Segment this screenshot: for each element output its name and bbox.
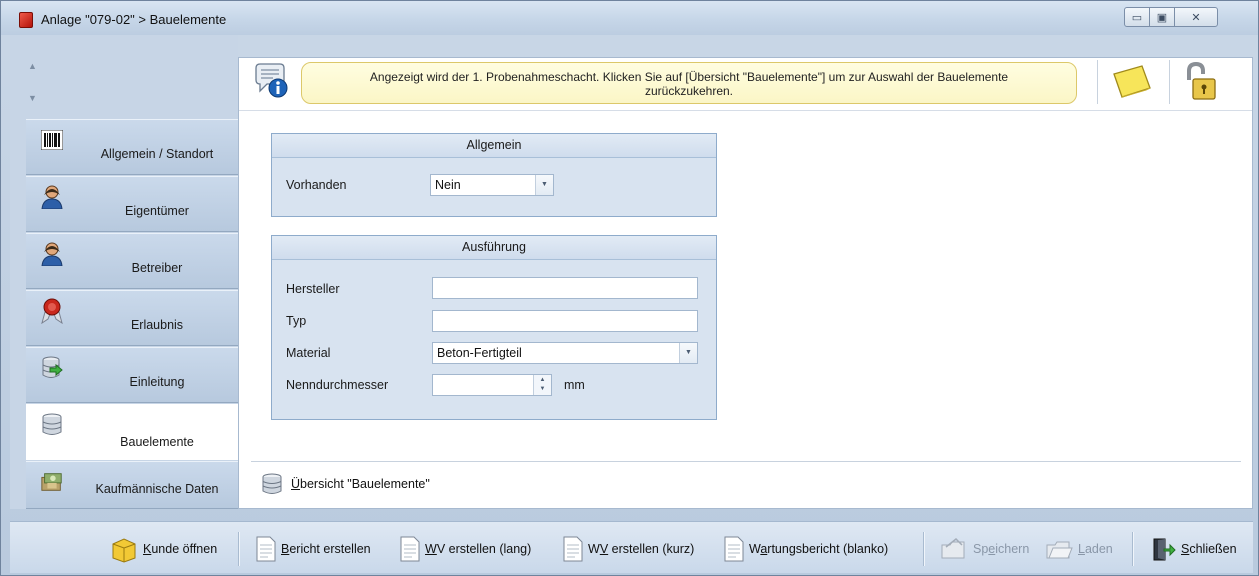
toolbar-separator — [923, 532, 924, 566]
sidebar-item-label: Betreiber — [131, 261, 183, 275]
sticky-note-icon[interactable] — [1110, 64, 1154, 100]
kunde-oeffnen-button[interactable]: Kunde öffnen — [110, 534, 217, 564]
hersteller-field[interactable] — [432, 277, 698, 299]
unit-label: mm — [564, 378, 585, 392]
document-icon — [563, 536, 583, 562]
group-body: Vorhanden Nein ▼ — [272, 158, 716, 216]
group-header: Allgemein — [272, 134, 716, 158]
wv-erstellen-kurz-button[interactable]: WV erstellen (kurz) — [563, 534, 694, 564]
material-select[interactable]: Beton-Fertigteil ▼ — [432, 342, 698, 364]
sidebar-item-kaufmaennische-daten[interactable]: Kaufmännische Daten — [26, 461, 238, 509]
document-icon — [724, 536, 744, 562]
save-folder-icon — [940, 537, 968, 561]
sidebar-item-label: Bauelemente — [120, 435, 194, 449]
spin-arrows-icon[interactable]: ▲ ▼ — [533, 375, 551, 395]
chevron-down-icon[interactable]: ▼ — [535, 175, 553, 195]
close-window-button[interactable]: ✕ — [1174, 7, 1218, 27]
nenndurchmesser-label: Nenndurchmesser — [286, 378, 389, 392]
hersteller-label: Hersteller — [286, 282, 340, 296]
group-header: Ausführung — [272, 236, 716, 260]
info-message-line2: zurückzukehren. — [644, 84, 734, 98]
sidebar-item-erlaubnis[interactable]: Erlaubnis — [26, 290, 238, 346]
sidebar-item-label: Erlaubnis — [130, 318, 184, 332]
kunde-oeffnen-label: Kunde öffnen — [143, 542, 218, 556]
nav-scroll-down-icon[interactable]: ▼ — [28, 93, 48, 107]
money-icon — [40, 471, 64, 493]
sidebar-item-label: Eigentümer — [125, 204, 189, 218]
certificate-icon — [40, 298, 64, 324]
database-icon — [40, 413, 64, 436]
wv-erstellen-lang-button[interactable]: WV erstellen (lang) — [400, 534, 531, 564]
wv-erstellen-kurz-label: WV erstellen (kurz) — [588, 542, 695, 556]
info-message-line1: Angezeigt wird der 1. Probenahmeschacht.… — [369, 70, 1009, 84]
barcode-icon — [40, 129, 64, 151]
typ-field[interactable] — [432, 310, 698, 332]
sidebar-item-bauelemente[interactable]: Bauelemente — [26, 404, 238, 460]
schliessen-button[interactable]: Schließen — [1150, 534, 1237, 564]
document-icon — [256, 536, 276, 562]
sidebar-item-label: Einleitung — [129, 375, 185, 389]
material-label: Material — [286, 346, 331, 360]
exit-door-icon — [1150, 536, 1176, 562]
database-icon — [262, 473, 282, 494]
toolbar-separator — [238, 532, 239, 566]
open-folder-icon — [1045, 537, 1073, 561]
application-window: Anlage "079-02" > Bauelemente ▭ ▣ ✕ ▲ ▼ … — [0, 0, 1259, 576]
sidebar: ▲ ▼ Allgemein / Standort Eigentümer Betr… — [10, 35, 238, 509]
app-icon — [19, 12, 33, 28]
document-icon — [400, 536, 420, 562]
open-lock-icon[interactable] — [1183, 61, 1217, 102]
minimize-button[interactable]: ▭ — [1124, 7, 1150, 27]
user-icon — [40, 185, 64, 209]
wv-erstellen-lang-label: WV erstellen (lang) — [425, 542, 532, 556]
window-title: Anlage "079-02" > Bauelemente — [41, 12, 227, 27]
divider — [239, 110, 1252, 111]
nenndurchmesser-stepper[interactable]: ▲ ▼ — [432, 374, 552, 396]
vorhanden-value: Nein — [435, 178, 461, 192]
speichern-label: Speichern — [973, 542, 1030, 556]
toolbar-separator — [1132, 532, 1133, 566]
vorhanden-label: Vorhanden — [286, 178, 347, 192]
user-icon — [40, 242, 64, 266]
speichern-button[interactable]: Speichern — [940, 534, 1029, 564]
overview-link-label: Übersicht "Bauelemente" — [291, 477, 430, 491]
wartungsbericht-blanko-button[interactable]: Wartungsbericht (blanko) — [724, 534, 888, 564]
info-bubble-icon — [253, 62, 289, 98]
wartungsbericht-blanko-label: Wartungsbericht (blanko) — [749, 542, 889, 556]
bericht-erstellen-label: Bericht erstellen — [281, 542, 371, 556]
vorhanden-select[interactable]: Nein ▼ — [430, 174, 554, 196]
sidebar-item-betreiber[interactable]: Betreiber — [26, 233, 238, 289]
laden-label: Laden — [1078, 542, 1113, 556]
database-arrow-icon — [40, 356, 64, 379]
laden-button[interactable]: Laden — [1045, 534, 1113, 564]
group-ausfuehrung: Ausführung Hersteller Typ Material Beton… — [271, 235, 717, 420]
main-panel: Angezeigt wird der 1. Probenahmeschacht.… — [238, 57, 1253, 509]
chevron-down-icon[interactable]: ▼ — [679, 343, 697, 363]
nav-scroll-up-icon[interactable]: ▲ — [28, 61, 48, 75]
sidebar-item-label: Allgemein / Standort — [100, 147, 214, 161]
sidebar-item-label: Kaufmännische Daten — [95, 482, 219, 496]
divider — [251, 461, 1241, 462]
folder-box-icon — [110, 535, 138, 563]
group-allgemein: Allgemein Vorhanden Nein ▼ — [271, 133, 717, 217]
bericht-erstellen-button[interactable]: Bericht erstellen — [256, 534, 371, 564]
divider — [1097, 60, 1098, 104]
material-value: Beton-Fertigteil — [437, 346, 522, 360]
bottom-toolbar: Kunde öffnen Bericht erstellen WV erstel… — [10, 521, 1253, 573]
group-body: Hersteller Typ Material Beton-Fertigteil… — [272, 260, 716, 419]
typ-label: Typ — [286, 314, 307, 328]
title-bar: Anlage "079-02" > Bauelemente ▭ ▣ ✕ — [1, 1, 1258, 35]
maximize-button[interactable]: ▣ — [1149, 7, 1175, 27]
sidebar-item-eigentuemer[interactable]: Eigentümer — [26, 176, 238, 232]
sidebar-item-einleitung[interactable]: Einleitung — [26, 347, 238, 403]
overview-bauelemente-link[interactable]: Übersicht "Bauelemente" — [261, 472, 430, 496]
info-message: Angezeigt wird der 1. Probenahmeschacht.… — [301, 62, 1077, 104]
divider — [1169, 60, 1170, 104]
sidebar-item-allgemein-standort[interactable]: Allgemein / Standort — [26, 119, 238, 175]
schliessen-label: Schließen — [1181, 542, 1237, 556]
